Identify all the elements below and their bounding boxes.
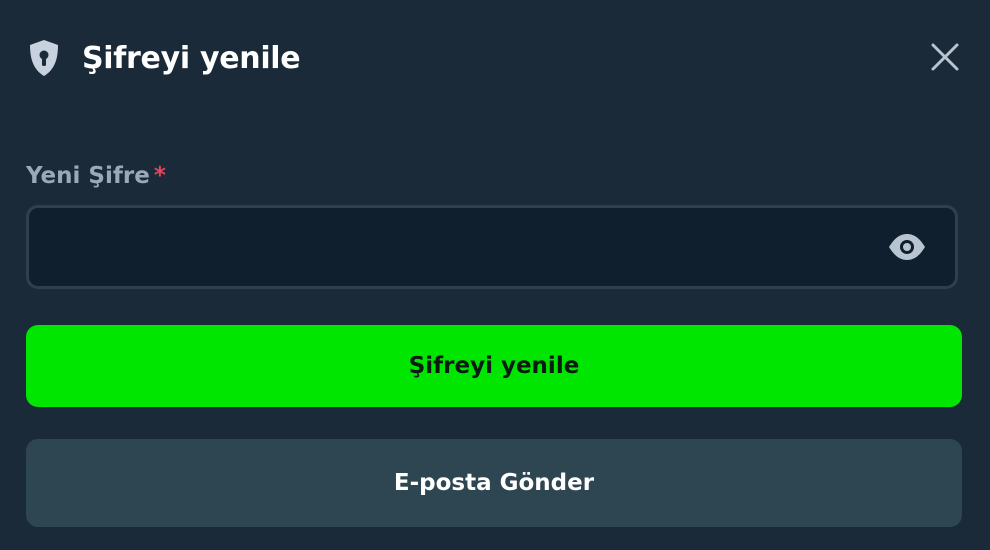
reset-password-button[interactable]: Şifreyi yenile [26,325,962,407]
send-email-button[interactable]: E-posta Gönder [26,439,962,527]
shield-lock-icon [30,40,58,76]
eye-icon[interactable] [887,233,927,261]
reset-password-dialog: Şifreyi yenile Yeni Şifre * Şifreyi yenil… [0,0,990,550]
new-password-input[interactable] [29,208,869,286]
dialog-title: Şifreyi yenile [82,40,301,76]
new-password-label: Yeni Şifre * [26,163,166,189]
new-password-label-text: Yeni Şifre [26,163,150,189]
reset-password-button-label: Şifreyi yenile [408,353,580,379]
close-icon[interactable] [928,40,962,74]
required-mark: * [153,163,166,189]
send-email-button-label: E-posta Gönder [393,470,595,496]
new-password-field [26,205,958,289]
dialog-header: Şifreyi yenile [26,34,964,82]
